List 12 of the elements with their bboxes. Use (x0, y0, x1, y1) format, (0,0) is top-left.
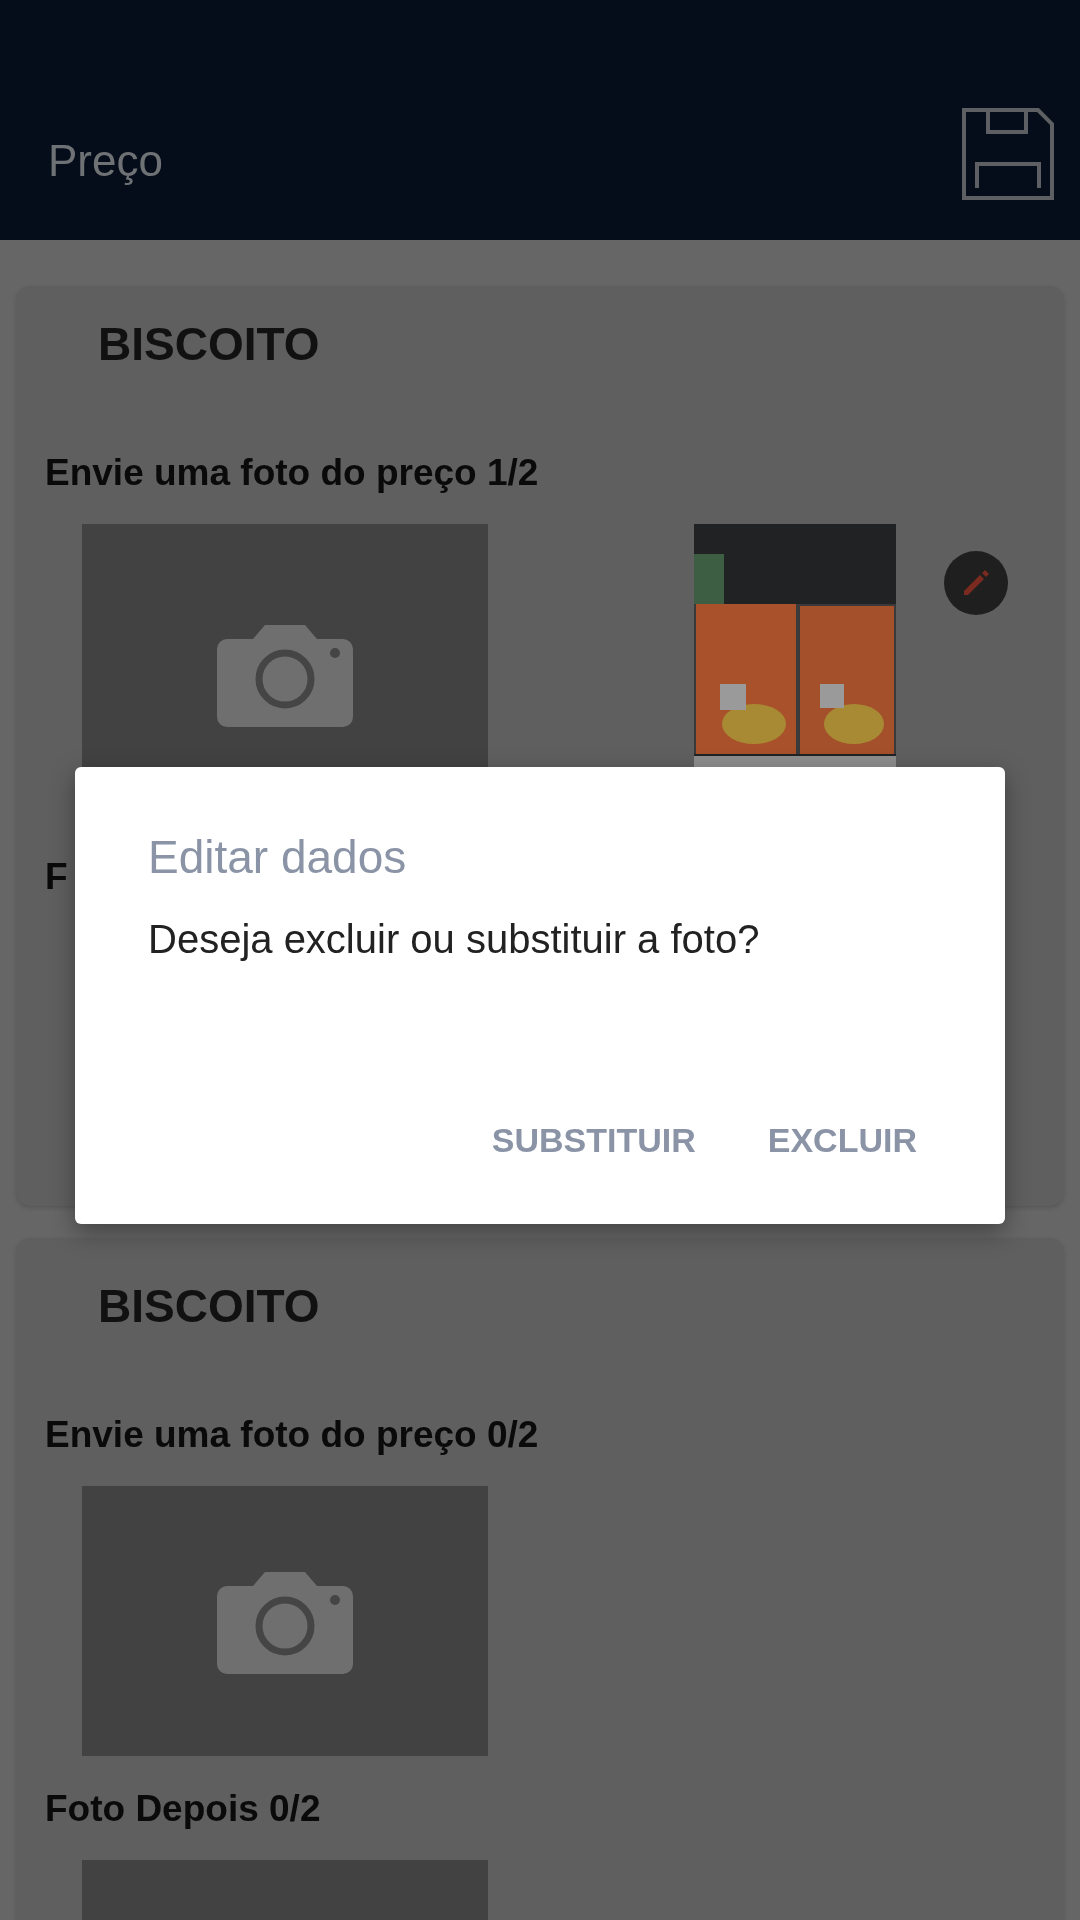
save-icon[interactable] (962, 108, 1054, 200)
product-title: BISCOITO (98, 317, 321, 372)
app-title: Preço (48, 136, 163, 186)
dialog-message: Deseja excluir ou substituir a foto? (148, 916, 761, 963)
section-label: Foto Depois 0/2 (45, 1787, 321, 1831)
dialog-title: Editar dados (148, 830, 408, 885)
dialog-button[interactable]: SUBSTITUIR (475, 1107, 712, 1174)
section-label: F (45, 855, 68, 899)
section-label: Envie uma foto do preço 1/2 (45, 451, 539, 495)
section-label: Envie uma foto do preço 0/2 (45, 1413, 539, 1457)
product-title: BISCOITO (98, 1279, 321, 1334)
dialog-button[interactable]: EXCLUIR (751, 1107, 933, 1174)
